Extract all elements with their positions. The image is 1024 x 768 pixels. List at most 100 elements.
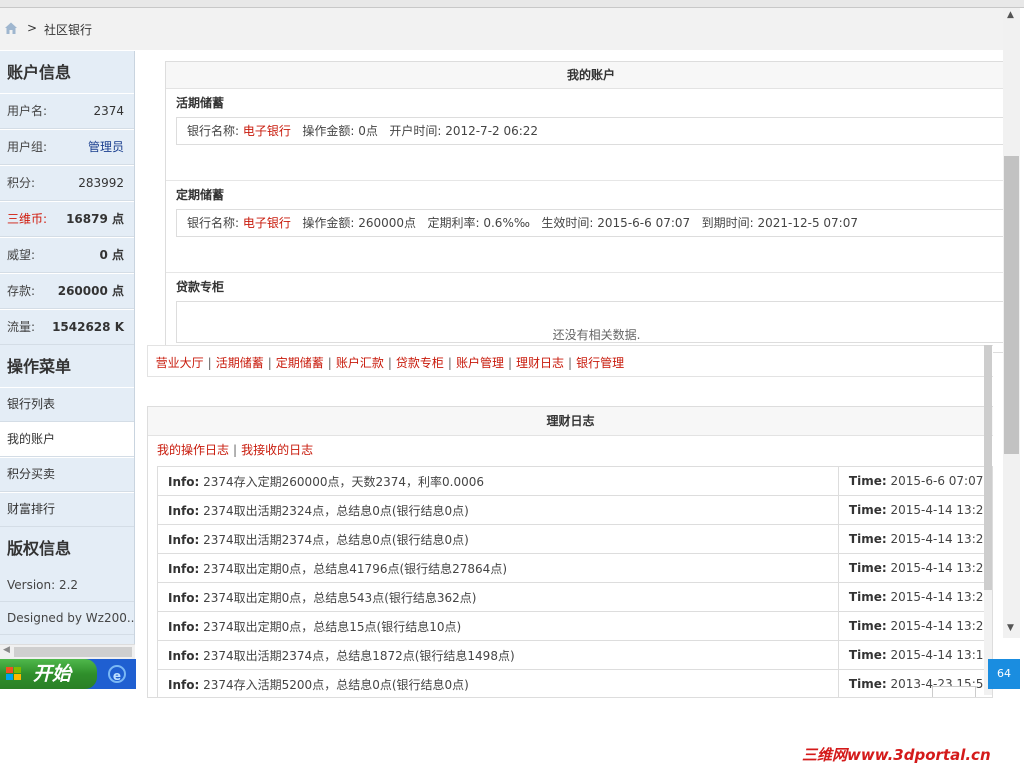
field-value: 260000 点 [57, 284, 124, 298]
info-label: Info: [168, 561, 200, 576]
field-label: 存款: [7, 284, 36, 298]
time-text: 2015-4-14 13:20 [890, 619, 992, 633]
time-text: 2015-4-14 13:20 [890, 532, 992, 546]
home-icon[interactable] [4, 21, 18, 35]
menu-title: 操作菜单 [7, 357, 72, 376]
scroll-left-icon[interactable]: ◀ [3, 645, 10, 655]
breadcrumb-current[interactable]: 社区银行 [44, 21, 92, 38]
finance-log-panel: 理财日志 我的操作日志 | 我接收的日志 Info: 2374存入定期260000点… [147, 406, 993, 698]
field-value: 283992 [78, 176, 124, 190]
info-text: 2374存入定期260000点，天数2374，利率0.0006 [203, 474, 484, 489]
nav-link-transfer[interactable]: 账户汇款 [336, 356, 384, 370]
sidebar-horizontal-scrollbar[interactable]: ◀ [0, 644, 135, 659]
bank-label: 银行名称: [187, 124, 240, 138]
end-time-label: 到期时间: [701, 216, 754, 230]
link-separator: | [233, 443, 238, 457]
start-button[interactable]: 开始 [0, 659, 97, 689]
window-top-edge [0, 0, 1024, 8]
fixed-savings-info: 银行名称: 电子银行 操作金额: 260000点 定期利率: 0.6%‰ 生效时… [176, 209, 1016, 237]
field-traffic: 流量: 1542628 K [0, 309, 134, 345]
field-label: 用户组: [7, 140, 48, 154]
field-usergroup: 用户组: 管理员 [0, 129, 134, 165]
nav-link-loan[interactable]: 贷款专柜 [396, 356, 444, 370]
scrollbar-thumb[interactable] [984, 345, 992, 590]
time-text: 2015-4-14 13:19 [890, 648, 992, 662]
current-savings-title: 活期储蓄 [176, 96, 225, 110]
site-watermark: 三维网www.3dportal.cn [802, 746, 991, 764]
log-info-cell: Info: 2374存入活期5200点，总结息0点(银行结息0点) [157, 669, 839, 697]
info-label: Info: [168, 532, 200, 547]
time-text: 2015-6-6 07:07 [890, 474, 984, 488]
amount-label: 操作金额: [302, 216, 355, 230]
menu-item-points-trade[interactable]: 积分买卖 [0, 457, 134, 492]
scrollbar-thumb[interactable] [14, 647, 132, 657]
nav-link-finance-log[interactable]: 理财日志 [516, 356, 564, 370]
log-time-cell: Time: 2015-4-14 13:20 [837, 553, 993, 583]
field-label: 威望: [7, 248, 36, 262]
taskbar: 开始 e [0, 659, 136, 689]
bank-nav-bar: 营业大厅 | 活期储蓄 | 定期储蓄 | 账户汇款 | 贷款专柜 | 账户管理 | 理财日志 | 银行管理 [147, 345, 993, 377]
time-text: 2015-4-14 13:21 [890, 503, 992, 517]
nav-separator: | [447, 356, 452, 370]
nav-link-current-savings[interactable]: 活期储蓄 [216, 356, 264, 370]
log-table: Info: 2374存入定期260000点，天数2374，利率0.0006 Tim… [157, 466, 993, 697]
time-label: Time: [848, 561, 887, 575]
panel-title: 我的账户 [166, 62, 1016, 89]
link-received-log[interactable]: 我接收的日志 [241, 443, 313, 457]
field-label: 流量: [7, 320, 36, 334]
rate-label: 定期利率: [427, 216, 480, 230]
info-label: Info: [168, 619, 200, 634]
bank-name-link[interactable]: 电子银行 [243, 124, 291, 138]
bank-name-link[interactable]: 电子银行 [243, 216, 291, 230]
menu-item-bank-list[interactable]: 银行列表 [0, 387, 134, 422]
nav-link-bank-manage[interactable]: 银行管理 [576, 356, 624, 370]
field-coins: 三维币: 16879 点 [0, 201, 134, 237]
menu-item-wealth-rank[interactable]: 财富排行 [0, 492, 134, 527]
nav-link-hall[interactable]: 营业大厅 [156, 356, 204, 370]
amount-label: 操作金额: [302, 124, 355, 138]
info-label: Info: [168, 474, 200, 489]
info-text: 2374存入活期5200点，总结息0点(银行结息0点) [203, 677, 469, 692]
nav-separator: | [207, 356, 212, 370]
inner-vertical-scrollbar[interactable] [984, 345, 992, 695]
link-my-operation-log[interactable]: 我的操作日志 [157, 443, 229, 457]
nav-link-account-manage[interactable]: 账户管理 [456, 356, 504, 370]
log-info-cell: Info: 2374取出定期0点，总结息543点(银行结息362点) [157, 582, 839, 612]
scrollbar-thumb[interactable] [1004, 156, 1019, 454]
start-time-value: 2015-6-6 07:07 [597, 216, 691, 230]
loan-empty-box: 还没有相关数据. [176, 301, 1016, 343]
windows-logo-icon [6, 667, 21, 680]
field-label: 积分: [7, 176, 36, 190]
section-divider [166, 145, 1016, 181]
internet-explorer-icon[interactable]: e [108, 665, 126, 683]
end-time-value: 2021-12-5 07:07 [757, 216, 858, 230]
time-label: Time: [848, 619, 887, 633]
sidebar: 账户信息 用户名: 2374 用户组: 管理员 积分: 283992 三维币: … [0, 51, 135, 645]
field-label: 三维币: [7, 212, 48, 226]
breadcrumb-separator: > [27, 21, 38, 35]
info-label: Info: [168, 648, 200, 663]
menu-item-my-account[interactable]: 我的账户 [0, 422, 134, 457]
amount-value: 0点 [358, 124, 378, 138]
scroll-down-icon[interactable]: ▼ [1007, 623, 1014, 633]
nav-link-fixed-savings[interactable]: 定期储蓄 [276, 356, 324, 370]
field-username: 用户名: 2374 [0, 93, 134, 129]
field-label: 用户名: [7, 104, 48, 118]
start-time-label: 生效时间: [541, 216, 594, 230]
log-row: Info: 2374取出定期0点，总结息41796点(银行结息27864点) Ti… [157, 553, 993, 583]
info-label: Info: [168, 503, 200, 518]
rate-value: 0.6%‰ [483, 216, 530, 230]
scroll-up-icon[interactable]: ▲ [1007, 10, 1014, 20]
log-row: Info: 2374存入活期5200点，总结息0点(银行结息0点) Time: 2… [157, 669, 993, 697]
usergroup-link[interactable]: 管理员 [88, 130, 124, 164]
open-time-value: 2012-7-2 06:22 [445, 124, 539, 138]
field-prestige: 威望: 0 点 [0, 237, 134, 273]
fixed-savings-title: 定期储蓄 [176, 188, 225, 202]
log-time-cell: Time: 2015-4-14 13:20 [837, 611, 993, 641]
page-vertical-scrollbar[interactable]: ▲ ▼ [1003, 8, 1020, 638]
start-label: 开始 [33, 663, 72, 685]
time-label: Time: [848, 474, 887, 488]
nav-separator: | [387, 356, 392, 370]
time-label: Time: [848, 532, 887, 546]
log-row: Info: 2374存入定期260000点，天数2374，利率0.0006 Tim… [157, 466, 993, 496]
